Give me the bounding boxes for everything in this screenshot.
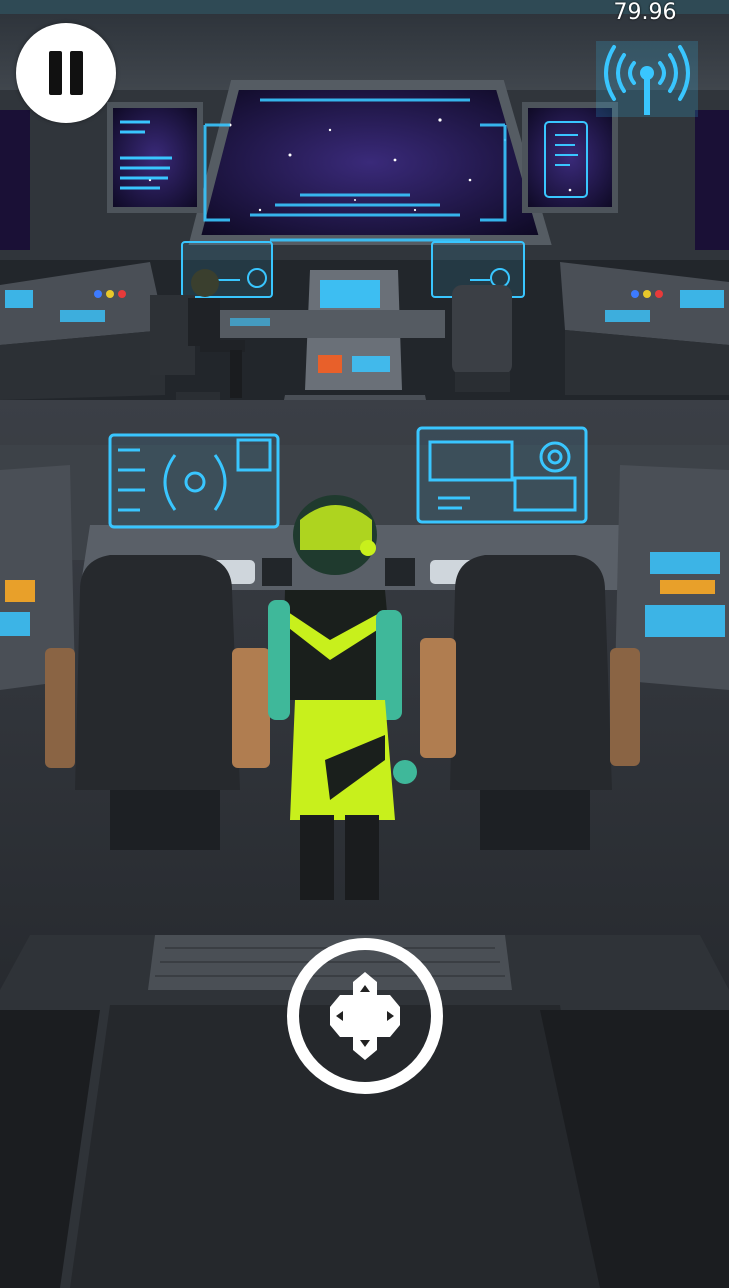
signal-button[interactable] (596, 41, 698, 117)
dpad-move-icon (287, 938, 443, 1094)
radio-signal-icon (596, 41, 698, 117)
game-viewport[interactable]: 79.96 (0, 0, 729, 1288)
timer-readout: 79.96 (613, 0, 677, 25)
pause-icon (49, 51, 62, 95)
move-joystick-button[interactable] (286, 937, 444, 1095)
pause-icon-bar (70, 51, 83, 95)
pause-button[interactable] (16, 23, 116, 123)
